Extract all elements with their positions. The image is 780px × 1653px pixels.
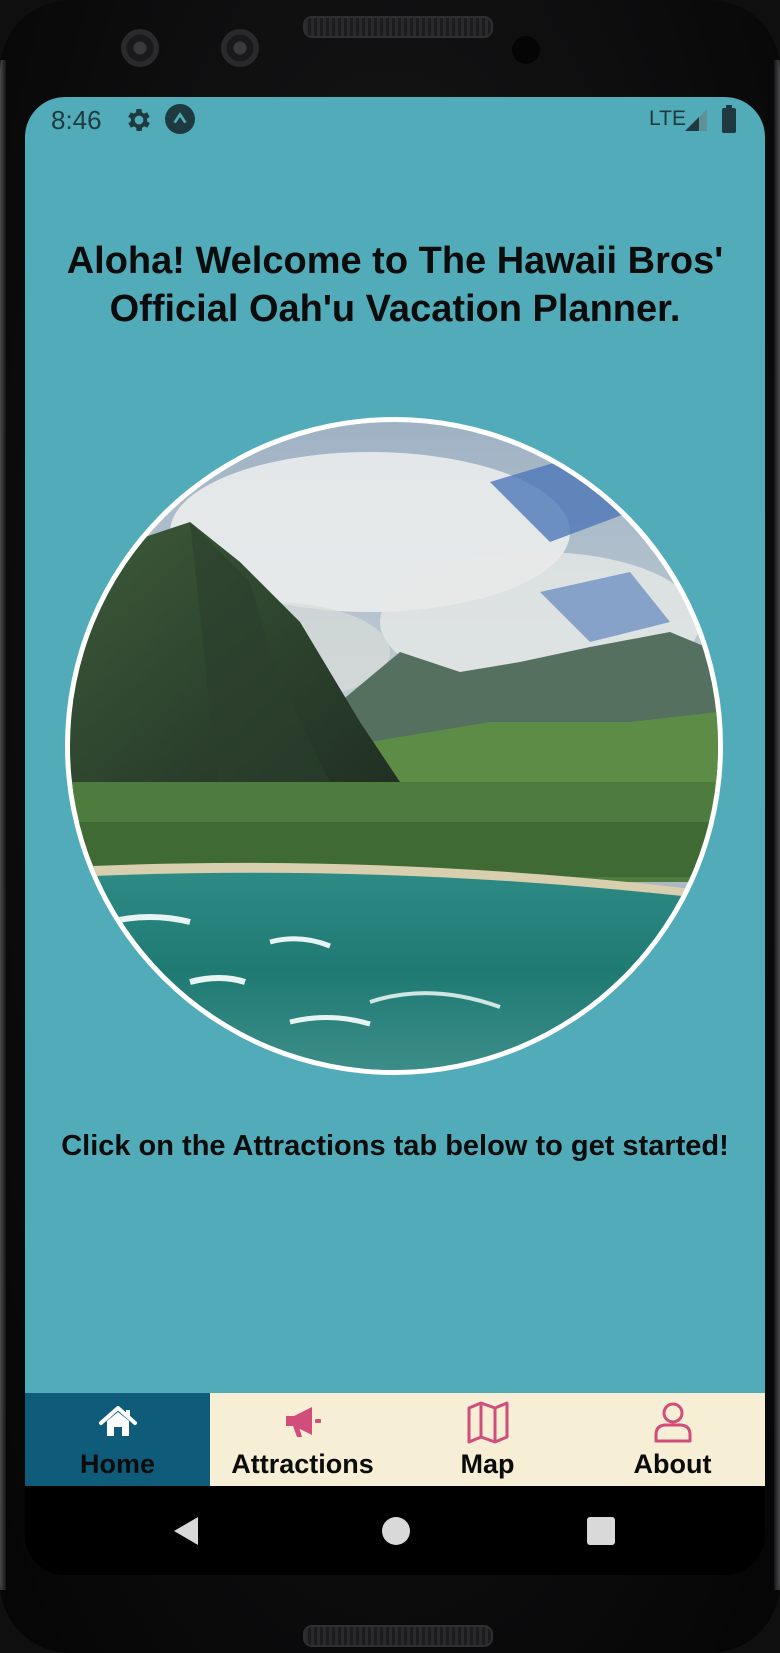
front-camera-icon bbox=[221, 29, 259, 67]
tab-map-label: Map bbox=[460, 1449, 515, 1479]
user-icon bbox=[654, 1402, 691, 1443]
status-bar: 8:46 LTE bbox=[25, 97, 765, 145]
home-icon bbox=[98, 1406, 137, 1436]
bottom-speaker bbox=[303, 1625, 493, 1647]
home-screen: 8:46 LTE Aloha! Welcome to The Hawaii Br… bbox=[25, 97, 765, 1486]
bottom-tab-bar: Home Attractions Map About bbox=[25, 1393, 765, 1486]
recent-apps-button[interactable] bbox=[587, 1517, 615, 1545]
chevron-up-icon bbox=[173, 112, 187, 124]
status-time: 8:46 bbox=[51, 105, 102, 135]
gear-icon bbox=[128, 109, 150, 131]
proximity-sensor bbox=[512, 36, 540, 64]
tab-about-label: About bbox=[633, 1449, 712, 1479]
phone-device-frame: 8:46 LTE Aloha! Welcome to The Hawaii Br… bbox=[0, 0, 780, 1653]
tab-home-label: Home bbox=[79, 1449, 155, 1479]
device-screen: 8:46 LTE Aloha! Welcome to The Hawaii Br… bbox=[25, 97, 765, 1575]
hero-image-frame bbox=[65, 417, 723, 1075]
app-notification-icon bbox=[165, 104, 195, 134]
home-nav-button[interactable] bbox=[382, 1517, 410, 1545]
network-type: LTE bbox=[649, 107, 686, 130]
signal-icon bbox=[685, 109, 707, 131]
landscape-photo bbox=[70, 422, 718, 1070]
instructions-text: Click on the Attractions tab below to ge… bbox=[61, 1130, 729, 1162]
system-navigation-bar bbox=[25, 1486, 765, 1575]
earpiece-speaker bbox=[303, 16, 493, 38]
tab-home[interactable]: Home bbox=[25, 1393, 210, 1486]
battery-icon bbox=[722, 105, 736, 133]
welcome-title: Aloha! Welcome to The Hawaii Bros' Offic… bbox=[66, 240, 724, 330]
map-icon bbox=[467, 1401, 508, 1444]
device-edge bbox=[0, 60, 6, 1590]
device-edge bbox=[774, 60, 780, 1590]
tab-about[interactable]: About bbox=[580, 1393, 765, 1486]
megaphone-icon bbox=[285, 1407, 321, 1437]
tab-map[interactable]: Map bbox=[395, 1393, 580, 1486]
tab-attractions-label: Attractions bbox=[231, 1449, 374, 1479]
front-camera-icon bbox=[121, 29, 159, 67]
back-icon[interactable] bbox=[168, 1513, 204, 1549]
tab-attractions[interactable]: Attractions bbox=[210, 1393, 395, 1486]
